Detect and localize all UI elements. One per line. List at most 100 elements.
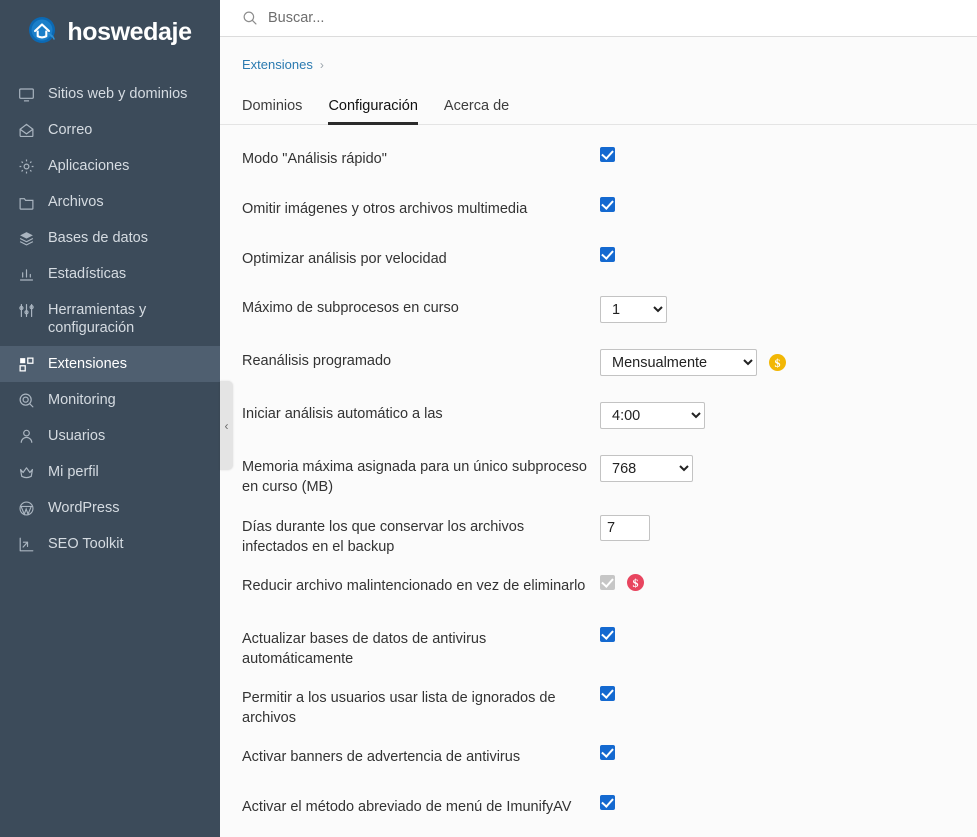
sidebar-item-label: Estadísticas — [48, 266, 127, 282]
form-label: Activar banners de advertencia de antivi… — [242, 749, 521, 765]
checkbox-reducir-archivo-malintencionado — [600, 575, 615, 590]
sidebar-item-label: Extensiones — [48, 356, 127, 372]
sidebar-item-label: WordPress — [48, 500, 120, 516]
form-label: Máximo de subprocesos en curso — [242, 300, 459, 316]
main-area: Extensiones › Dominios Configuración Ace… — [220, 0, 977, 837]
sidebar-collapse-handle[interactable]: ‹ — [220, 381, 233, 470]
search-input[interactable] — [268, 10, 768, 26]
tab-acerca-de[interactable]: Acerca de — [444, 98, 509, 125]
gear-icon — [16, 157, 36, 175]
form-label: Optimizar análisis por velocidad — [242, 251, 447, 267]
bar-chart-icon — [16, 265, 36, 283]
sidebar-item-aplicaciones[interactable]: Aplicaciones — [0, 148, 220, 184]
chevron-right-icon: › — [319, 57, 324, 72]
form-row: Omitir imágenes y otros archivos multime… — [220, 197, 977, 233]
form-label: Reanálisis programado — [242, 353, 392, 369]
sidebar-nav: Sitios web y dominios Correo Aplicacione… — [0, 76, 220, 562]
settings-form: Modo "Análisis rápido" Omitir imágenes y… — [220, 125, 977, 837]
sidebar-item-sitios-web-y-dominios[interactable]: Sitios web y dominios — [0, 76, 220, 112]
upgrade-badge-gold-icon[interactable]: $ — [769, 354, 786, 371]
tab-configuracion[interactable]: Configuración — [328, 98, 418, 125]
form-row: Activar el método abreviado de menú de I… — [220, 795, 977, 831]
blocks-icon — [16, 355, 36, 373]
checkbox-optimizar-analisis[interactable] — [600, 247, 615, 262]
form-label: Días durante los que conservar los archi… — [242, 519, 525, 555]
sidebar-item-label: Mi perfil — [48, 464, 99, 480]
sidebar-item-label: SEO Toolkit — [48, 536, 124, 552]
checkbox-modo-analisis-rapido[interactable] — [600, 147, 615, 162]
form-row: Máximo de subprocesos en curso 1 — [220, 296, 977, 332]
brand-name: hoswedaje — [67, 17, 192, 46]
form-label: Iniciar análisis automático a las — [242, 406, 443, 422]
sidebar-item-usuarios[interactable]: Usuarios — [0, 418, 220, 454]
layers-icon — [16, 229, 36, 247]
select-memoria-maxima[interactable]: 768 — [600, 455, 693, 482]
form-label: Memoria máxima asignada para un único su… — [242, 459, 587, 495]
sidebar-item-monitoring[interactable]: Monitoring — [0, 382, 220, 418]
form-row: Modo "Análisis rápido" — [220, 147, 977, 183]
app-window: hoswedaje Sitios web y dominios Correo A… — [0, 0, 977, 837]
sidebar-item-wordpress[interactable]: WordPress — [0, 490, 220, 526]
form-label: Actualizar bases de datos de antivirus a… — [242, 631, 487, 667]
sidebar-item-herramientas-y-configuracion[interactable]: Herramientas y configuración — [0, 292, 220, 346]
sidebar-item-label: Monitoring — [48, 392, 116, 408]
user-icon — [16, 427, 36, 445]
checkbox-lista-ignorados-archivos[interactable] — [600, 686, 615, 701]
sidebar-item-label: Correo — [48, 122, 93, 138]
sidebar-item-label: Bases de datos — [48, 230, 148, 246]
sidebar-item-label: Herramientas y configuración — [48, 302, 147, 336]
sidebar-item-archivos[interactable]: Archivos — [0, 184, 220, 220]
seo-arrow-icon — [16, 535, 36, 553]
form-row: Iniciar análisis automático a las 4:00 — [220, 402, 977, 438]
input-dias-conservar-backup[interactable] — [600, 515, 650, 541]
sidebar-item-extensiones[interactable]: Extensiones — [0, 346, 220, 382]
sidebar: hoswedaje Sitios web y dominios Correo A… — [0, 0, 220, 837]
tab-bar: Dominios Configuración Acerca de — [220, 89, 977, 125]
folder-icon — [16, 193, 36, 211]
sidebar-item-seo-toolkit[interactable]: SEO Toolkit — [0, 526, 220, 562]
select-iniciar-analisis-hora[interactable]: 4:00 — [600, 402, 705, 429]
wordpress-icon — [16, 499, 36, 517]
home-circle-logo-icon — [28, 16, 60, 48]
form-row: Actualizar bases de datos de antivirus a… — [220, 627, 977, 669]
top-search-bar — [220, 0, 977, 37]
envelope-icon — [16, 121, 36, 139]
checkbox-metodo-abreviado-menu-imunifyav[interactable] — [600, 795, 615, 810]
sidebar-item-label: Usuarios — [48, 428, 106, 444]
form-row: Optimizar análisis por velocidad — [220, 247, 977, 283]
checkbox-actualizar-bases-datos-antivirus[interactable] — [600, 627, 615, 642]
monitor-icon — [16, 85, 36, 103]
select-maximo-subprocesos[interactable]: 1 — [600, 296, 667, 323]
form-row: Activar banners de advertencia de antivi… — [220, 745, 977, 781]
search-icon — [242, 10, 258, 26]
breadcrumb: Extensiones › — [220, 37, 977, 72]
brand[interactable]: hoswedaje — [0, 0, 220, 60]
form-label: Omitir imágenes y otros archivos multime… — [242, 201, 528, 217]
checkbox-omitir-imagenes[interactable] — [600, 197, 615, 212]
crown-icon — [16, 463, 36, 481]
sidebar-item-label: Archivos — [48, 194, 104, 210]
magnifier-circle-icon — [16, 391, 36, 409]
form-row: Reducir archivo malintencionado en vez d… — [220, 574, 977, 610]
form-label: Reducir archivo malintencionado en vez d… — [242, 578, 586, 594]
sidebar-item-label: Sitios web y dominios — [48, 86, 188, 102]
form-label: Permitir a los usuarios usar lista de ig… — [242, 690, 556, 726]
sidebar-item-mi-perfil[interactable]: Mi perfil — [0, 454, 220, 490]
tab-dominios[interactable]: Dominios — [242, 98, 302, 125]
form-row: Permitir a los usuarios usar lista de ig… — [220, 686, 977, 728]
checkbox-banners-advertencia-antivirus[interactable] — [600, 745, 615, 760]
sidebar-item-estadisticas[interactable]: Estadísticas — [0, 256, 220, 292]
form-label: Modo "Análisis rápido" — [242, 151, 387, 167]
sidebar-item-label: Aplicaciones — [48, 158, 130, 174]
form-row: Días durante los que conservar los archi… — [220, 515, 977, 557]
form-label: Activar el método abreviado de menú de I… — [242, 799, 572, 815]
sidebar-item-correo[interactable]: Correo — [0, 112, 220, 148]
breadcrumb-item-extensiones[interactable]: Extensiones — [242, 57, 313, 72]
upgrade-badge-red-icon[interactable]: $ — [627, 574, 644, 591]
form-row: Memoria máxima asignada para un único su… — [220, 455, 977, 497]
content-pane: Extensiones › Dominios Configuración Ace… — [220, 37, 977, 837]
sliders-icon — [16, 301, 36, 319]
sidebar-item-bases-de-datos[interactable]: Bases de datos — [0, 220, 220, 256]
form-row: Reanálisis programado Mensualmente $ — [220, 349, 977, 385]
select-reanalisis-programado[interactable]: Mensualmente — [600, 349, 757, 376]
